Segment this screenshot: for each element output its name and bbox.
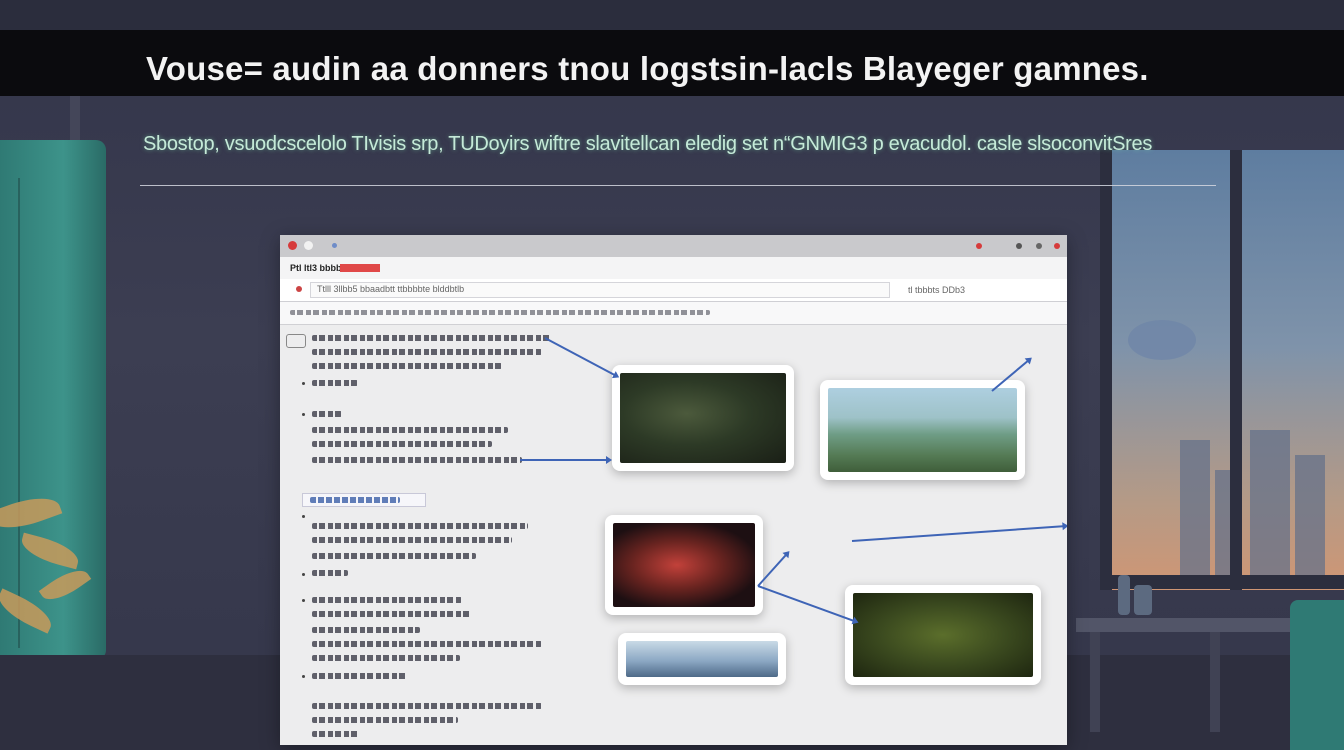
text-line <box>312 363 502 369</box>
text-line <box>312 655 460 661</box>
image-card[interactable] <box>820 380 1025 480</box>
close-icon[interactable] <box>288 241 297 250</box>
url-input[interactable]: Ttlll 3llbb5 bbaadbtt ttbbbbte blddbtlb <box>310 282 890 298</box>
text-line <box>312 427 508 433</box>
page-subtitle: Sbostop, vsuodcscelolo TIvisis srp, TUDo… <box>143 133 1153 155</box>
coastal-landscape-image <box>828 388 1017 472</box>
bullet <box>302 413 305 416</box>
image-card[interactable] <box>845 585 1041 685</box>
teal-chair <box>1290 600 1344 750</box>
settings-icon[interactable] <box>1016 243 1022 249</box>
notification-icon[interactable] <box>976 243 982 249</box>
text-line <box>312 411 342 417</box>
bullet <box>302 675 305 678</box>
text-line <box>312 611 472 617</box>
connector-arrow <box>851 525 1067 542</box>
toolbar-strip <box>280 302 1067 325</box>
page-title: Vouse= audin aa donners tnou logstsin-la… <box>146 50 1149 87</box>
maximize-icon[interactable] <box>332 243 337 248</box>
text-line <box>312 703 542 709</box>
text-line <box>312 441 492 447</box>
text-line <box>312 627 420 633</box>
text-line <box>312 537 512 543</box>
red-game-box-image <box>613 523 755 607</box>
desk-object <box>1118 575 1130 615</box>
text-line <box>312 597 462 603</box>
address-bar: Ttlll 3llbb5 bbaadbtt ttbbbbte blddbtlb … <box>280 279 1067 302</box>
connector-arrow <box>757 585 858 623</box>
status-text: tl tbbbts DDb3 <box>908 285 966 295</box>
tab-bar: Ptl ltl3 bbbbtb <box>280 257 1067 279</box>
highlight-text <box>310 497 400 503</box>
window-frame <box>1100 150 1112 590</box>
section-tag <box>286 334 306 348</box>
tab-badge <box>340 264 380 272</box>
desk-leg <box>1090 632 1100 732</box>
desk-leg <box>1210 632 1220 732</box>
text-line <box>312 731 360 737</box>
text-line <box>312 349 542 355</box>
text-line <box>312 457 522 463</box>
connector-arrow <box>520 456 612 464</box>
window-frame <box>1230 150 1242 590</box>
text-line <box>312 717 458 723</box>
divider <box>140 185 1216 186</box>
toolbar-text <box>290 310 710 315</box>
image-card[interactable] <box>612 365 794 471</box>
building <box>1180 440 1210 575</box>
connector-arrow <box>544 337 618 378</box>
url-text: Ttlll 3llbb5 bbaadbtt ttbbbbte blddbtlb <box>317 284 465 294</box>
snowy-mountains-image <box>626 641 778 677</box>
forest-tree-image <box>620 373 786 463</box>
bullet <box>302 573 305 576</box>
jungle-foliage-image <box>853 593 1033 677</box>
text-line <box>312 380 358 386</box>
browser-window: Ptl ltl3 bbbbtb Ttlll 3llbb5 bbaadbtt tt… <box>280 235 1067 745</box>
building <box>1250 430 1290 575</box>
image-card[interactable] <box>618 633 786 685</box>
browser-titlebar <box>280 235 1067 257</box>
building <box>1295 455 1325 575</box>
cabinet-edge <box>18 178 20 648</box>
top-band <box>0 0 1344 30</box>
text-line <box>312 673 408 679</box>
bullet <box>302 382 305 385</box>
menu-icon[interactable] <box>1036 243 1042 249</box>
window-close-icon[interactable] <box>1054 243 1060 249</box>
minimize-icon[interactable] <box>304 241 313 250</box>
desk-object <box>1134 585 1152 615</box>
text-line <box>312 523 528 529</box>
image-card[interactable] <box>605 515 763 615</box>
text-line <box>312 335 552 341</box>
bullet <box>302 515 305 518</box>
bullet <box>302 599 305 602</box>
secure-icon <box>296 286 302 292</box>
hanging-lamp <box>1128 320 1196 360</box>
text-line <box>312 553 476 559</box>
text-line <box>312 641 542 647</box>
text-line <box>312 570 348 576</box>
